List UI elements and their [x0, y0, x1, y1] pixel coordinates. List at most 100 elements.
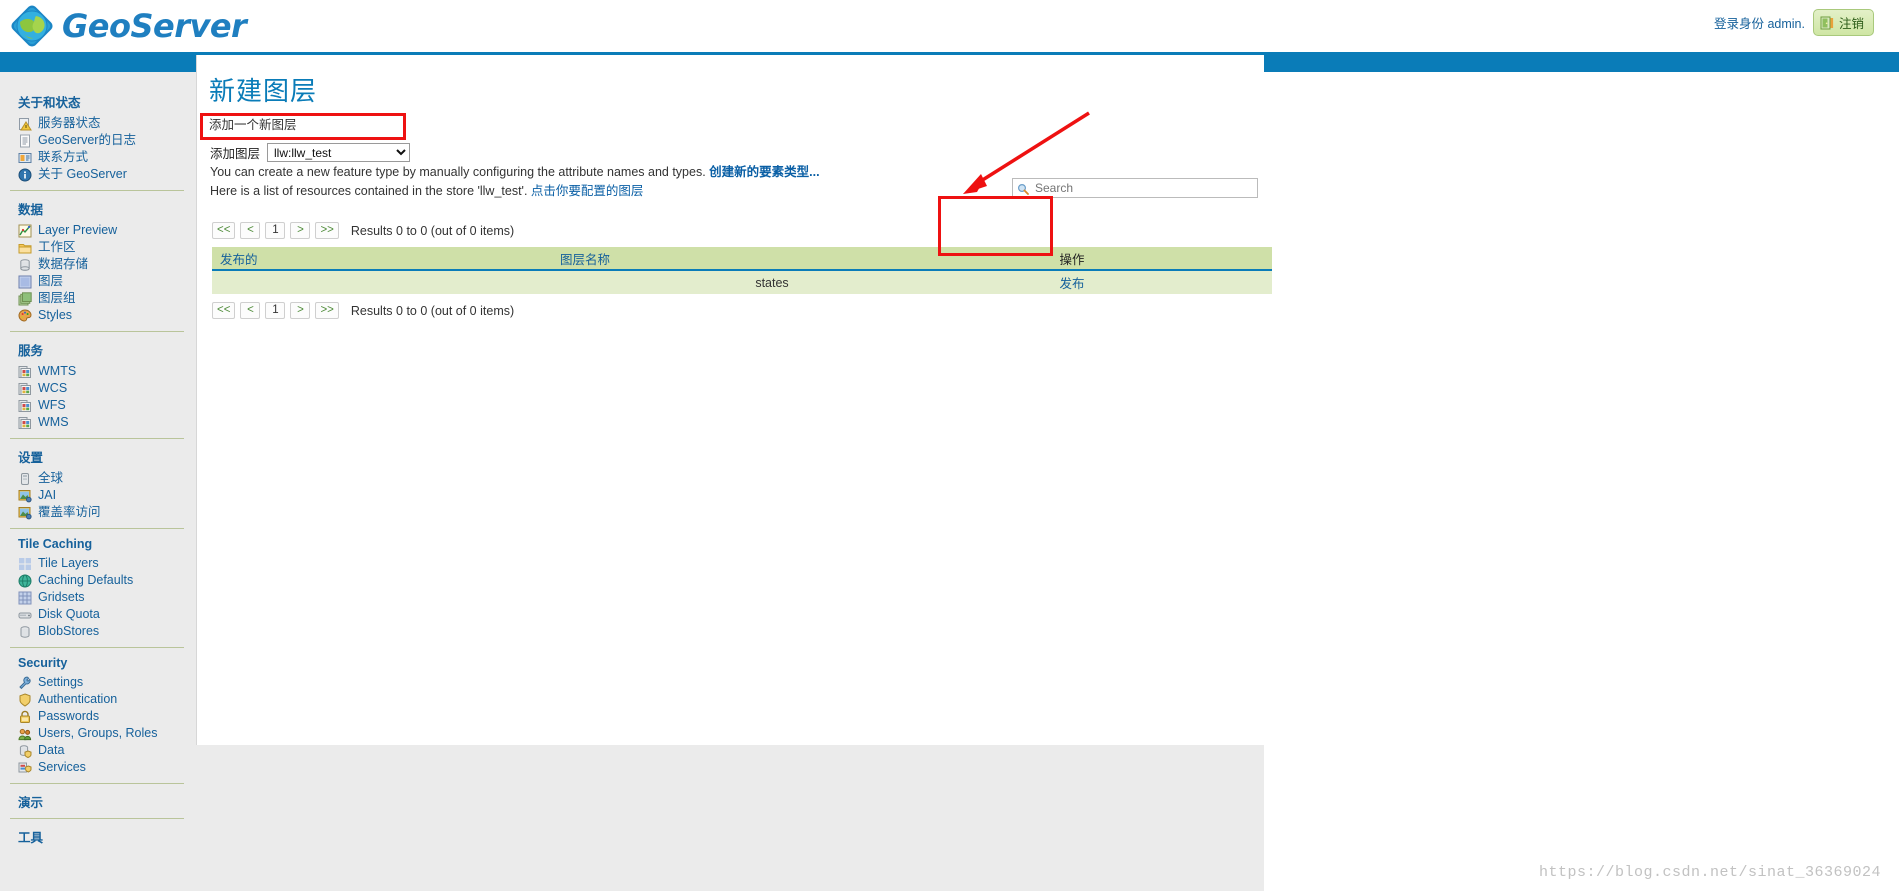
column-header-layer-name[interactable]: 图层名称	[552, 247, 992, 271]
sidebar-divider	[10, 331, 184, 332]
pager-page-1[interactable]: 1	[265, 222, 286, 239]
sidebar-item-label: 联系方式	[38, 150, 89, 164]
search-input[interactable]	[1033, 180, 1243, 196]
sidebar-item-wfs[interactable]: WFS	[10, 397, 186, 414]
pager-next-button[interactable]: >	[290, 222, 311, 239]
pager-first-button[interactable]: <<	[212, 222, 236, 239]
sidebar-item-label: Gridsets	[38, 590, 85, 604]
sidebar-item-label: JAI	[38, 488, 57, 502]
sidebar-section-title: 数据	[18, 203, 44, 217]
sidebar-item-label: 图层组	[38, 291, 76, 305]
sidebar-item-图层[interactable]: 图层	[10, 273, 186, 290]
sidebar-item-label: 工作区	[38, 240, 76, 254]
column-header-extra	[1152, 247, 1272, 271]
sidebar-item-图层组[interactable]: 图层组	[10, 290, 186, 307]
sidebar-item-label: Authentication	[38, 692, 118, 706]
sidebar-item-settings[interactable]: Settings	[10, 674, 186, 691]
door-exit-icon	[1820, 16, 1834, 30]
folder-icon	[18, 241, 32, 255]
sidebar-item-label: 服务器状态	[38, 116, 101, 130]
hint-1-text: You can create a new feature type by man…	[210, 165, 706, 179]
sidebar-item-label: Layer Preview	[38, 223, 118, 237]
sidebar-section-title: 工具	[18, 831, 44, 845]
sidebar-item-authentication[interactable]: Authentication	[10, 691, 186, 708]
sidebar-item-工作区[interactable]: 工作区	[10, 239, 186, 256]
logout-button[interactable]: 注销	[1812, 9, 1874, 36]
hint-2-text: Here is a list of resources contained in…	[210, 184, 528, 198]
sidebar-item-覆盖率访问[interactable]: 覆盖率访问	[10, 504, 186, 521]
pager-results-text: Results 0 to 0 (out of 0 items)	[350, 223, 515, 238]
publish-link[interactable]: 发布	[1059, 277, 1084, 291]
sidebar-item-wcs[interactable]: WCS	[10, 380, 186, 397]
pager-prev-button[interactable]: <	[240, 222, 261, 239]
page-subtitle: 添加一个新图层	[209, 118, 297, 132]
sidebar-item-data[interactable]: Data	[10, 742, 186, 759]
image-settings-icon	[18, 506, 32, 520]
sidebar-item-geoserver的日志[interactable]: GeoServer的日志	[10, 132, 186, 149]
sidebar-item-服务器状态[interactable]: 服务器状态	[10, 115, 186, 132]
contact-card-icon	[18, 151, 32, 165]
sidebar-item-blobstores[interactable]: BlobStores	[10, 623, 186, 640]
sidebar-divider	[10, 647, 184, 648]
pager-first-button-bottom[interactable]: <<	[212, 302, 236, 319]
sidebar-item-passwords[interactable]: Passwords	[10, 708, 186, 725]
sidebar-item-label: Disk Quota	[38, 607, 100, 621]
app-header: GeoServer 登录身份 admin. 注销	[0, 0, 1899, 52]
pager-page-1-bottom[interactable]: 1	[265, 302, 286, 319]
sidebar-item-数据存储[interactable]: 数据存储	[10, 256, 186, 273]
main-panel: 新建图层 添加一个新图层 添加图层 llw:llw_test You can c…	[196, 55, 1272, 745]
service-icon	[18, 382, 32, 396]
table-row[interactable]: states 发布	[212, 270, 1272, 294]
pager-prev-button-bottom[interactable]: <	[240, 302, 261, 319]
sidebar-item-label: Passwords	[38, 709, 100, 723]
data-security-icon	[18, 744, 32, 758]
sidebar-item-styles[interactable]: Styles	[10, 307, 186, 324]
search-box[interactable]	[1012, 178, 1258, 198]
sidebar-item-tile-layers[interactable]: Tile Layers	[10, 555, 186, 572]
sidebar-section-title: 服务	[18, 344, 44, 358]
configure-layer-link[interactable]: 点击你要配置的图层	[531, 184, 644, 198]
brand-logo[interactable]: GeoServer	[10, 4, 247, 48]
sidebar-item-label: WCS	[38, 381, 68, 395]
sidebar-item-caching-defaults[interactable]: Caching Defaults	[10, 572, 186, 589]
globe-icon	[10, 4, 54, 48]
sidebar-item-label: 覆盖率访问	[38, 505, 101, 519]
pager-next-button-bottom[interactable]: >	[290, 302, 311, 319]
sidebar-section-title: 关于和状态	[18, 96, 81, 110]
resources-table: 发布的 图层名称 操作 states 发布	[212, 247, 1272, 294]
pager-last-button-bottom[interactable]: >>	[315, 302, 339, 319]
sidebar-item-layer-preview[interactable]: Layer Preview	[10, 222, 186, 239]
sidebar-item-jai[interactable]: JAI	[10, 487, 186, 504]
sidebar-item-关于-geoserver[interactable]: 关于 GeoServer	[10, 166, 186, 183]
sidebar: 关于和状态服务器状态 GeoServer的日志 联系方式关于 GeoServer 数据…	[0, 78, 186, 891]
grid-icon	[18, 591, 32, 605]
table-head: 发布的 图层名称 操作	[212, 247, 1272, 271]
sidebar-section-title: 设置	[18, 451, 44, 465]
add-layer-label: 添加图层	[210, 147, 261, 161]
cell-extra	[1152, 270, 1272, 294]
sidebar-item-services[interactable]: Services	[10, 759, 186, 776]
sidebar-item-gridsets[interactable]: Gridsets	[10, 589, 186, 606]
sidebar-divider	[10, 438, 184, 439]
sidebar-item-全球[interactable]: 全球	[10, 470, 186, 487]
sidebar-item-wmts[interactable]: WMTS	[10, 363, 186, 380]
sidebar-item-users-groups-roles[interactable]: Users, Groups, Roles	[10, 725, 186, 742]
column-header-published[interactable]: 发布的	[212, 247, 552, 271]
add-layer-row: 添加图层 llw:llw_test	[210, 143, 1264, 162]
sidebar-item-联系方式[interactable]: 联系方式	[10, 149, 186, 166]
pager-last-button[interactable]: >>	[315, 222, 339, 239]
sidebar-item-label: GeoServer的日志	[38, 133, 136, 147]
layer-store-select[interactable]: llw:llw_test	[267, 143, 411, 162]
sidebar-item-disk-quota[interactable]: Disk Quota	[10, 606, 186, 623]
service-icon	[18, 416, 32, 430]
table-header-row: 发布的 图层名称 操作	[212, 247, 1272, 271]
table-body: states 发布	[212, 270, 1272, 294]
layer-group-icon	[18, 291, 32, 306]
sidebar-item-label: Caching Defaults	[38, 573, 134, 587]
login-status-text: 登录身份 admin.	[1713, 17, 1805, 31]
create-feature-type-link[interactable]: 创建新的要素类型...	[709, 165, 819, 179]
sidebar-item-label: Services	[38, 760, 86, 774]
info-icon	[18, 168, 32, 182]
sidebar-item-wms[interactable]: WMS	[10, 414, 186, 431]
brand-name: GeoServer	[62, 7, 247, 45]
